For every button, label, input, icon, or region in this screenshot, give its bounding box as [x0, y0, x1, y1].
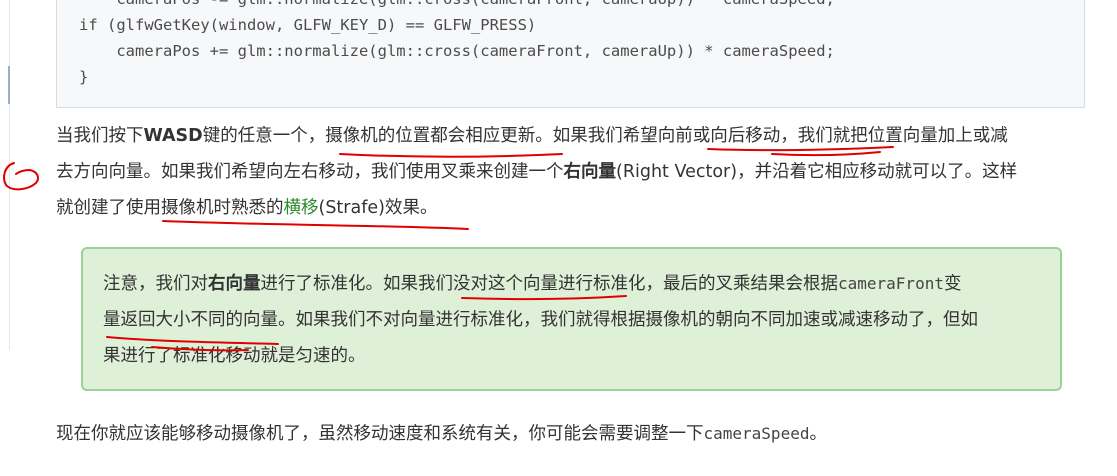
term-right-vector: 右向量 [208, 274, 261, 294]
inline-code-camerafront: cameraFront [838, 274, 944, 293]
note-text: 注意，我们对右向量进行了标准化。如果我们没对这个向量进行标准化，最后的叉乘结果会… [103, 266, 1053, 374]
code-line: cameraPos -= glm::normalize(glm::cross(c… [79, 0, 835, 12]
note-box: 注意，我们对右向量进行了标准化。如果我们没对这个向量进行标准化，最后的叉乘结果会… [81, 247, 1062, 391]
scroll-marker [8, 66, 10, 104]
paragraph-line: 就创建了使用摄像机时熟悉的横移(Strafe)效果。 [56, 198, 438, 218]
paragraph-line: 现在你就应该能够移动摄像机了，虽然移动速度和系统有关，你可能会需要调整一下cam… [56, 424, 827, 444]
note-line: 注意，我们对右向量进行了标准化。如果我们没对这个向量进行标准化，最后的叉乘结果会… [103, 274, 962, 294]
code-line: } [79, 68, 89, 86]
note-line: 量返回大小不同的向量。如果我们不对向量进行标准化，我们就得根据摄像机的朝向不同加… [103, 310, 978, 330]
term-strafe: 横移 [283, 198, 319, 218]
code-line: if (glfwGetKey(window, GLFW_KEY_D) == GL… [79, 16, 537, 34]
code-line: cameraPos += glm::normalize(glm::cross(c… [79, 42, 835, 60]
paragraph-line: 去方向向量。如果我们希望向左右移动，我们使用叉乘来创建一个右向量(Right V… [56, 162, 1018, 182]
paragraph-movement: 当我们按下WASD键的任意一个，摄像机的位置都会相应更新。如果我们希望向前或向后… [56, 118, 1086, 226]
paragraph-line: 当我们按下WASD键的任意一个，摄像机的位置都会相应更新。如果我们希望向前或向后… [56, 126, 1008, 146]
keys-wasd: WASD [143, 126, 203, 146]
left-rule [9, 0, 10, 350]
code-block: cameraPos -= glm::normalize(glm::cross(c… [56, 0, 1085, 108]
note-line: 果进行了标准化移动就是匀速的。 [103, 346, 366, 366]
inline-code-cameraspeed: cameraSpeed [703, 424, 810, 443]
term-right-vector: 右向量 [563, 162, 617, 182]
paragraph-speed: 现在你就应该能够移动摄像机了，虽然移动速度和系统有关，你可能会需要调整一下cam… [56, 416, 1086, 452]
